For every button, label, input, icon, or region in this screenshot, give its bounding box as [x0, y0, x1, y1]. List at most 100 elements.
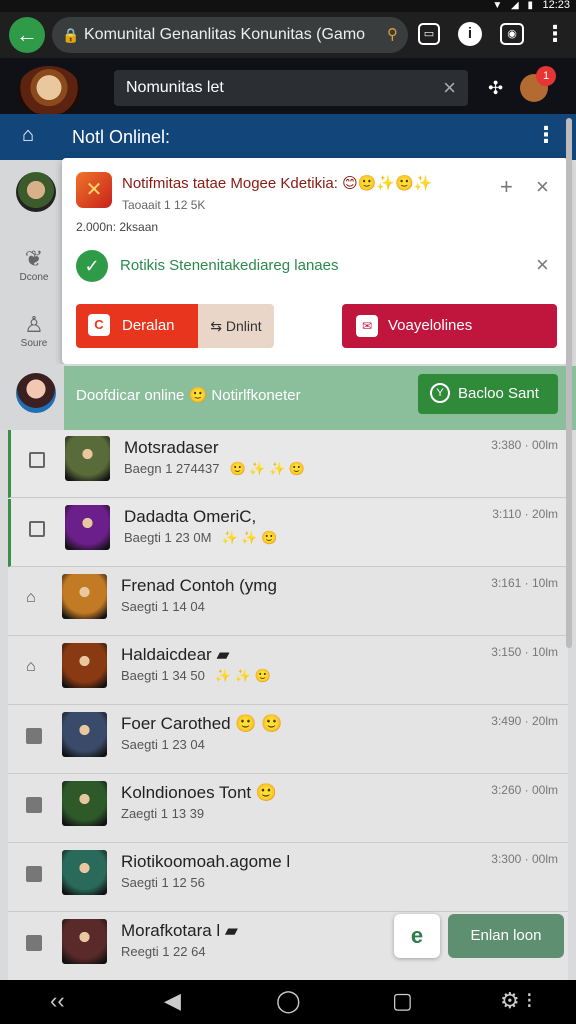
game-subtitle-text: Saegti 1 23 04 [121, 737, 205, 752]
dnlint-button[interactable]: ⇆ Dnlint [198, 304, 274, 348]
game-title: Morafkotara l ▰ [121, 921, 238, 940]
close-icon[interactable]: × [536, 252, 549, 278]
row-checkbox[interactable] [29, 521, 45, 537]
game-subtitle-text: Zaegti 1 13 39 [121, 806, 205, 821]
check-icon: ✓ [76, 250, 108, 282]
plus-icon[interactable]: + [500, 174, 513, 200]
row-checkbox[interactable] [26, 728, 42, 744]
home-icon[interactable]: ⌂ [26, 659, 42, 675]
deralan-label: Deralan [122, 317, 175, 334]
game-thumbnail[interactable] [62, 712, 107, 757]
scrollbar[interactable] [566, 118, 572, 648]
game-thumbnail[interactable] [62, 574, 107, 619]
game-title: Frenad Contoh (ymg [121, 576, 277, 595]
online-row: Doofdicar online 🙂 Notirlfkoneter Y Bacl… [0, 364, 576, 430]
status-time: 12:23 [542, 0, 570, 11]
clear-icon[interactable]: × [443, 70, 456, 106]
game-time: 3:490 · 20lm [491, 714, 558, 728]
browser-toolbar: ← 🔒 Komunital Genanlitas Konunitas (Gamo… [0, 12, 576, 58]
home-icon[interactable]: ⌂ [26, 590, 42, 606]
game-thumbnail[interactable] [62, 643, 107, 688]
leaf-icon: ❦ [24, 246, 44, 271]
game-subtitle: Baegti 1 23 0M ✨ ✨ 🙂 [124, 530, 277, 546]
back-icon[interactable]: ◀ [164, 988, 181, 1014]
rail-item-dcone[interactable]: ❦ Dcone [6, 246, 62, 283]
status-message: Rotikis Stenenitakediareg lanaes [120, 257, 339, 274]
game-list: Motsradaser Baegn 1 274437 🙂 ✨ ✨ 🙂 3:380 · … [8, 430, 568, 980]
nav-title: Notl Onlinel: [72, 127, 171, 147]
game-thumbnail[interactable] [65, 505, 110, 550]
game-subtitle-text: Reegti 1 22 64 [121, 944, 206, 959]
game-title: Motsradaser [124, 438, 219, 457]
list-item[interactable]: ⌂ Haldaicdear ▰ Baegti 1 34 50 ✨ ✨ 🙂 3:150 ·… [8, 637, 568, 705]
row-checkbox[interactable] [26, 866, 42, 882]
e-button[interactable]: e [394, 914, 440, 958]
row-checkbox[interactable] [26, 797, 42, 813]
status-bar: ▼ ◢ ▮ 12:23 [0, 0, 576, 12]
app-logo[interactable] [18, 66, 80, 114]
row-checkbox[interactable] [26, 935, 42, 951]
row-checkbox[interactable] [29, 452, 45, 468]
game-title: Riotikoomoah.agome l [121, 852, 291, 871]
message-icon: ✉ [356, 315, 378, 337]
home-nav-icon[interactable]: ◯ [276, 988, 301, 1014]
game-time: 3:150 · 10lm [491, 645, 558, 659]
game-subtitle-text: Baegti 1 23 0M [124, 530, 212, 545]
list-item[interactable]: Motsradaser Baegn 1 274437 🙂 ✨ ✨ 🙂 3:380 · … [8, 430, 568, 498]
home-icon[interactable]: ⌂ [22, 124, 34, 147]
overview-icon[interactable]: ▢ [392, 988, 413, 1014]
rail-avatar[interactable] [16, 172, 56, 212]
rail-item-soure[interactable]: ♙ Soure [6, 312, 62, 349]
puzzle-icon[interactable]: ✣ [488, 78, 503, 99]
game-time: 3:260 · 00lm [491, 783, 558, 797]
game-title: Kolndionoes Tont 🙂 [121, 783, 278, 802]
enlan-loon-button[interactable]: Enlan loon [448, 914, 564, 958]
online-banner: Doofdicar online 🙂 Notirlfkoneter Y Bacl… [64, 366, 576, 430]
key-icon[interactable]: ⚲ [387, 17, 398, 53]
list-item[interactable]: Riotikoomoah.agome l Saegti 1 12 56 3:300 … [8, 844, 568, 912]
game-thumbnail[interactable] [62, 919, 107, 964]
game-title: Dadadta OmeriC, [124, 507, 257, 526]
kebab-icon[interactable]: ⋮ [542, 21, 568, 47]
game-subtitle-text: Baegn 1 274437 [124, 461, 220, 476]
game-emoji: ✨ ✨ 🙂 [214, 668, 271, 683]
game-thumbnail[interactable] [62, 850, 107, 895]
list-item[interactable]: ⌂ Frenad Contoh (ymg Saegti 1 14 04 3:161 ·… [8, 568, 568, 636]
settings-icon[interactable]: ⚙ ⁝ [500, 988, 533, 1014]
notification-subtitle: Taoaait 1 12 5K [122, 198, 206, 212]
status-icons: ▼ ◢ ▮ [492, 0, 536, 11]
nav-menu-icon[interactable]: ⋮ [535, 122, 557, 148]
game-thumbnail[interactable] [65, 436, 110, 481]
tabs-icon[interactable]: ▭ [418, 23, 440, 45]
deralan-button[interactable]: C Deralan [76, 304, 198, 348]
game-time: 3:110 · 20lm [492, 507, 558, 521]
online-text: Doofdicar online 🙂 Notirlfkoneter [76, 387, 301, 404]
close-icon[interactable]: × [536, 174, 549, 200]
list-item[interactable]: Kolndionoes Tont 🙂 Zaegti 1 13 39 3:260 · … [8, 775, 568, 843]
back-arrow-icon[interactable]: ← [9, 17, 45, 53]
game-subtitle: Saegti 1 23 04 [121, 737, 205, 752]
bacloo-sant-button[interactable]: Y Bacloo Sant [418, 374, 558, 414]
game-subtitle-text: Baegti 1 34 50 [121, 668, 205, 683]
game-subtitle-text: Saegti 1 12 56 [121, 875, 205, 890]
list-item[interactable]: Dadadta OmeriC, Baegti 1 23 0M ✨ ✨ 🙂 3:110 … [8, 499, 568, 567]
url-bar[interactable]: 🔒 Komunital Genanlitas Konunitas (Gamo ⚲ [52, 17, 408, 53]
notification-title: Notifmitas tatae Mogee Kdetikia: 😊🙂✨🙂✨ [122, 175, 433, 192]
online-avatar[interactable] [16, 373, 56, 413]
game-time: 3:380 · 00lm [491, 438, 558, 452]
online-button-label: Bacloo Sant [458, 385, 539, 402]
user-icon: ♙ [24, 312, 44, 337]
game-thumbnail[interactable] [62, 781, 107, 826]
voayelolines-label: Voayelolines [388, 317, 473, 334]
dnlint-label: Dnlint [225, 318, 262, 334]
camera-icon[interactable]: ◉ [500, 23, 524, 45]
voayelolines-button[interactable]: ✉ Voayelolines [342, 304, 557, 348]
notification-popup: ✕ Notifmitas tatae Mogee Kdetikia: 😊🙂✨🙂✨… [62, 158, 568, 364]
game-subtitle: Baegn 1 274437 🙂 ✨ ✨ 🙂 [124, 461, 305, 477]
rail-item-label: Dcone [19, 272, 49, 283]
info-icon[interactable]: i [458, 22, 482, 46]
recents-icon[interactable]: ‹‹ [50, 988, 65, 1014]
list-item[interactable]: Foer Carothed 🙂 🙂 Saegti 1 23 04 3:490 · 2… [8, 706, 568, 774]
game-subtitle: Saegti 1 14 04 [121, 599, 205, 614]
search-input[interactable]: Nomunitas let × [114, 70, 468, 106]
